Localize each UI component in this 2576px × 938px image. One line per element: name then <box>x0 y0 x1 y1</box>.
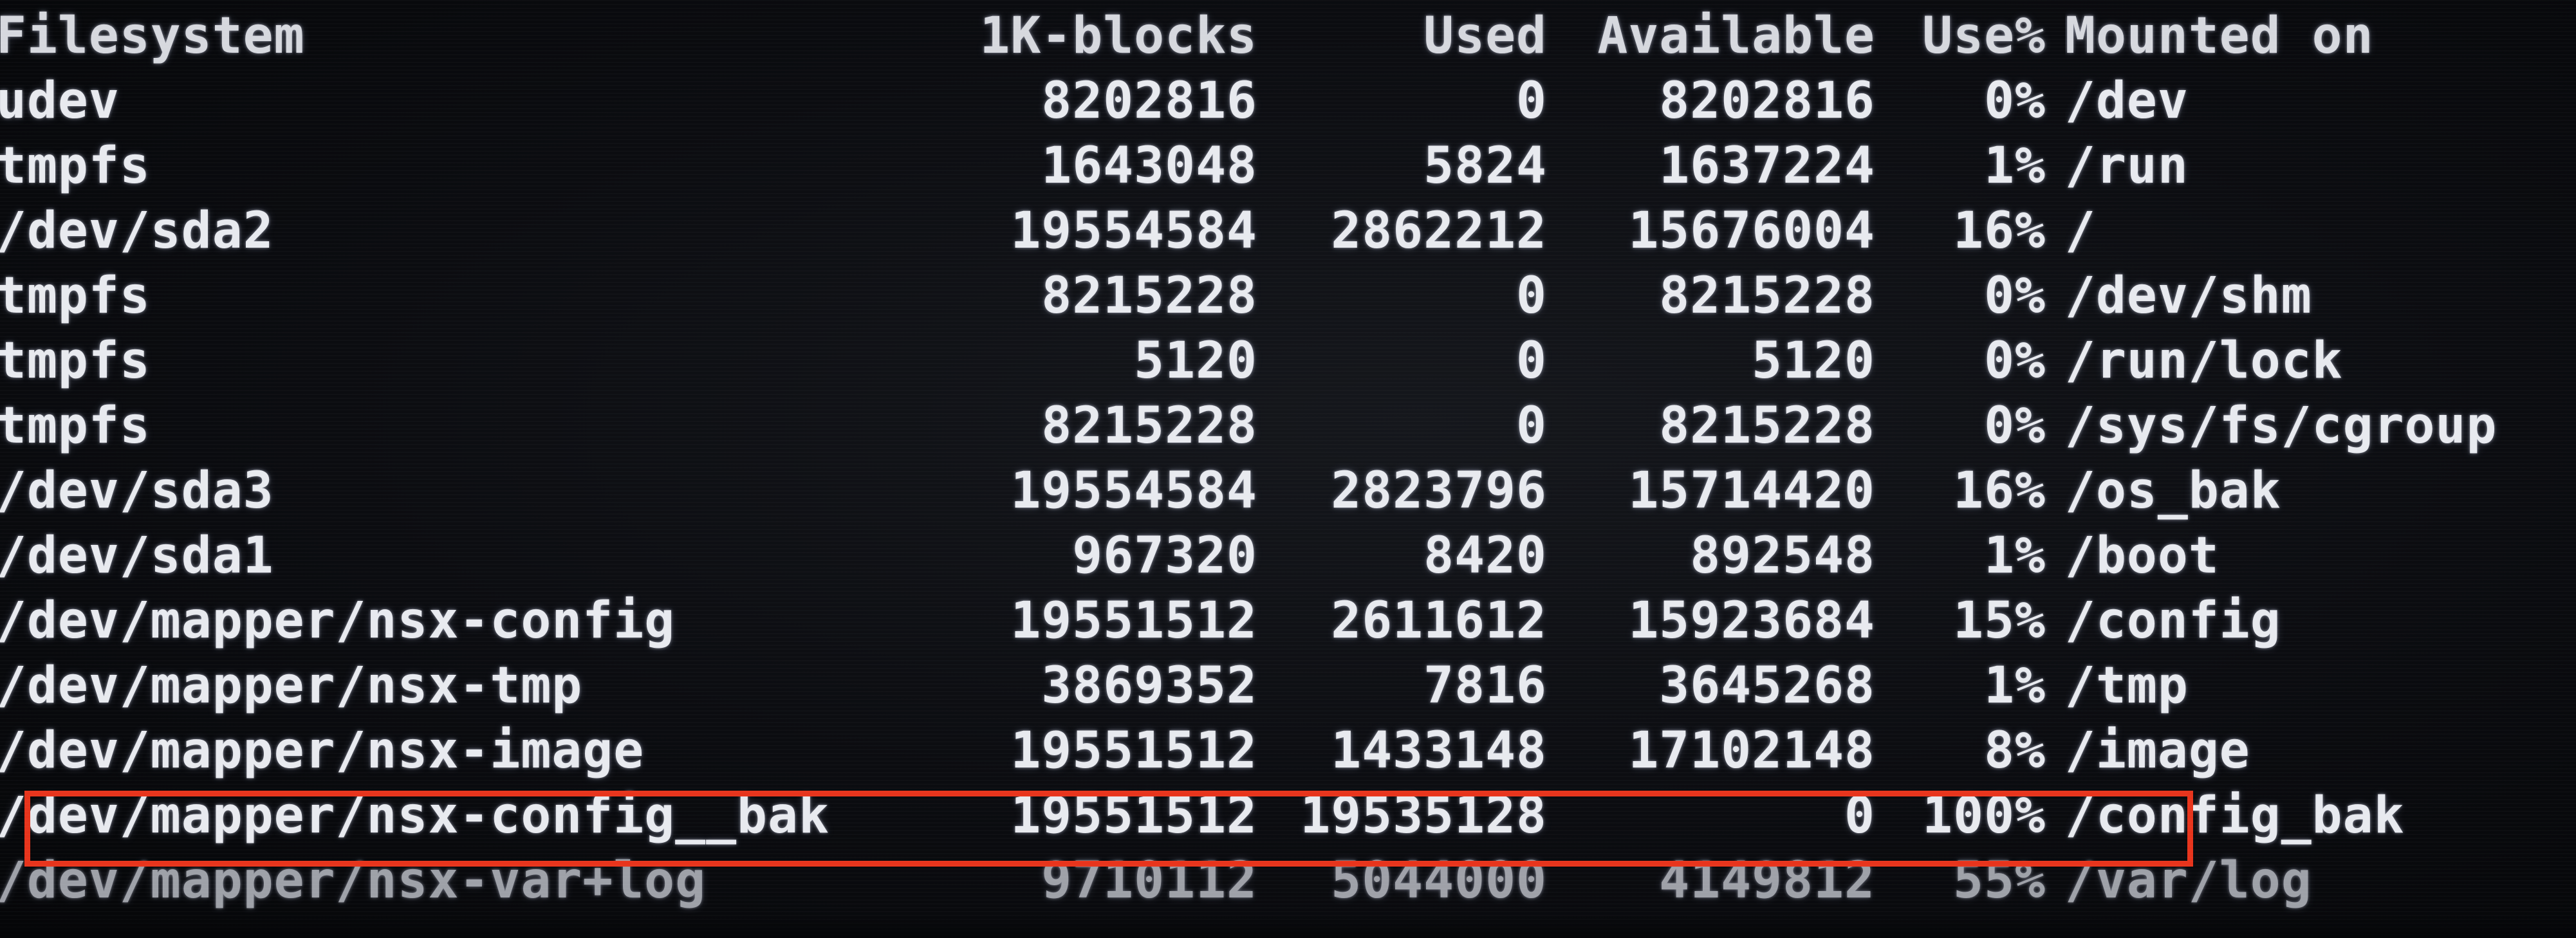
cell-use-percent: 0% <box>1984 267 2046 325</box>
cell-available: 892548 <box>1690 527 1875 585</box>
cell-blocks: 5120 <box>1134 332 1257 390</box>
cell-use-percent: 16% <box>1953 462 2046 520</box>
cell-blocks: 1643048 <box>1041 137 1257 195</box>
cell-mounted-on: /config <box>2065 592 2281 650</box>
cell-blocks: 8202816 <box>1041 72 1257 130</box>
cell-available: 8215228 <box>1659 397 1875 455</box>
bottom-fade <box>0 914 2576 938</box>
header-blocks: 1K-blocks <box>979 7 1257 65</box>
cell-use-percent: 0% <box>1984 332 2046 390</box>
header-available: Available <box>1597 7 1875 65</box>
table-row: /dev/sda2 19554584 2862212 15676004 16% … <box>0 199 2576 264</box>
cell-use-percent: 1% <box>1984 527 2046 585</box>
terminal-screen: Filesystem 1K-blocks Used Available Use%… <box>0 0 2576 938</box>
cell-mounted-on: /run <box>2065 137 2189 195</box>
cell-available: 3645268 <box>1659 657 1875 715</box>
cell-blocks: 19551512 <box>1010 592 1257 650</box>
cell-filesystem: /dev/sda3 <box>0 462 274 520</box>
cell-used: 0 <box>1516 267 1547 325</box>
cell-used: 7816 <box>1423 657 1547 715</box>
cell-use-percent: 16% <box>1953 202 2046 260</box>
cell-mounted-on: /image <box>2065 722 2250 780</box>
cell-available: 8215228 <box>1659 267 1875 325</box>
cell-filesystem: /dev/mapper/nsx-image <box>0 722 645 780</box>
cell-used: 5824 <box>1423 137 1547 195</box>
cell-used: 8420 <box>1423 527 1547 585</box>
header-used: Used <box>1423 7 1547 65</box>
header-mounted-on: Mounted on <box>2065 7 2374 65</box>
cell-blocks: 8215228 <box>1041 267 1257 325</box>
cell-mounted-on: /dev <box>2065 72 2189 130</box>
cell-available: 17102148 <box>1628 722 1875 780</box>
table-row: tmpfs 8215228 0 8215228 0% /dev/shm <box>0 264 2576 329</box>
cell-mounted-on: /sys/fs/cgroup <box>2065 397 2497 455</box>
cell-blocks: 19554584 <box>1010 202 1257 260</box>
cell-use-percent: 0% <box>1984 72 2046 130</box>
table-row: /dev/mapper/nsx-tmp 3869352 7816 3645268… <box>0 654 2576 719</box>
cell-filesystem: udev <box>0 72 120 130</box>
cell-blocks: 967320 <box>1072 527 1257 585</box>
cell-mounted-on: /dev/shm <box>2065 267 2312 325</box>
cell-filesystem: /dev/sda1 <box>0 527 274 585</box>
header-use-percent: Use% <box>1922 7 2046 65</box>
cell-filesystem: /dev/mapper/nsx-config <box>0 592 676 650</box>
table-row: /dev/mapper/nsx-image 19551512 1433148 1… <box>0 719 2576 784</box>
cell-filesystem: /dev/sda2 <box>0 202 274 260</box>
cell-used: 2823796 <box>1331 462 1547 520</box>
cell-filesystem: tmpfs <box>0 332 151 390</box>
table-row: tmpfs 8215228 0 8215228 0% /sys/fs/cgrou… <box>0 394 2576 459</box>
cell-mounted-on: /run/lock <box>2065 332 2343 390</box>
header-filesystem: Filesystem <box>0 7 305 65</box>
cell-filesystem: tmpfs <box>0 137 151 195</box>
table-row: /dev/sda3 19554584 2823796 15714420 16% … <box>0 459 2576 524</box>
cell-mounted-on: / <box>2065 202 2096 260</box>
cell-filesystem: /dev/mapper/nsx-tmp <box>0 657 583 715</box>
cell-mounted-on: /tmp <box>2065 657 2189 715</box>
cell-used: 1433148 <box>1331 722 1547 780</box>
cell-blocks: 19554584 <box>1010 462 1257 520</box>
cell-blocks: 3869352 <box>1041 657 1257 715</box>
cell-filesystem: tmpfs <box>0 267 151 325</box>
cell-use-percent: 15% <box>1953 592 2046 650</box>
cell-use-percent: 0% <box>1984 397 2046 455</box>
table-header: Filesystem 1K-blocks Used Available Use%… <box>0 4 2576 69</box>
cell-available: 15923684 <box>1628 592 1875 650</box>
df-output: Filesystem 1K-blocks Used Available Use%… <box>0 4 2576 914</box>
cell-blocks: 8215228 <box>1041 397 1257 455</box>
highlight-box <box>24 791 2193 867</box>
cell-available: 5120 <box>1752 332 1875 390</box>
cell-available: 1637224 <box>1659 137 1875 195</box>
cell-filesystem: tmpfs <box>0 397 151 455</box>
cell-mounted-on: /os_bak <box>2065 462 2281 520</box>
table-row: tmpfs 1643048 5824 1637224 1% /run <box>0 134 2576 199</box>
table-row: udev 8202816 0 8202816 0% /dev <box>0 69 2576 134</box>
cell-available: 8202816 <box>1659 72 1875 130</box>
table-row: tmpfs 5120 0 5120 0% /run/lock <box>0 329 2576 394</box>
cell-used: 0 <box>1516 397 1547 455</box>
cell-use-percent: 8% <box>1984 722 2046 780</box>
table-row: /dev/mapper/nsx-config 19551512 2611612 … <box>0 589 2576 654</box>
cell-used: 0 <box>1516 72 1547 130</box>
cell-mounted-on: /boot <box>2065 527 2219 585</box>
table-row: /dev/sda1 967320 8420 892548 1% /boot <box>0 524 2576 589</box>
cell-used: 2862212 <box>1331 202 1547 260</box>
cell-used: 2611612 <box>1331 592 1547 650</box>
cell-blocks: 19551512 <box>1010 722 1257 780</box>
cell-available: 15676004 <box>1628 202 1875 260</box>
cell-use-percent: 1% <box>1984 657 2046 715</box>
cell-use-percent: 1% <box>1984 137 2046 195</box>
cell-used: 0 <box>1516 332 1547 390</box>
cell-available: 15714420 <box>1628 462 1875 520</box>
